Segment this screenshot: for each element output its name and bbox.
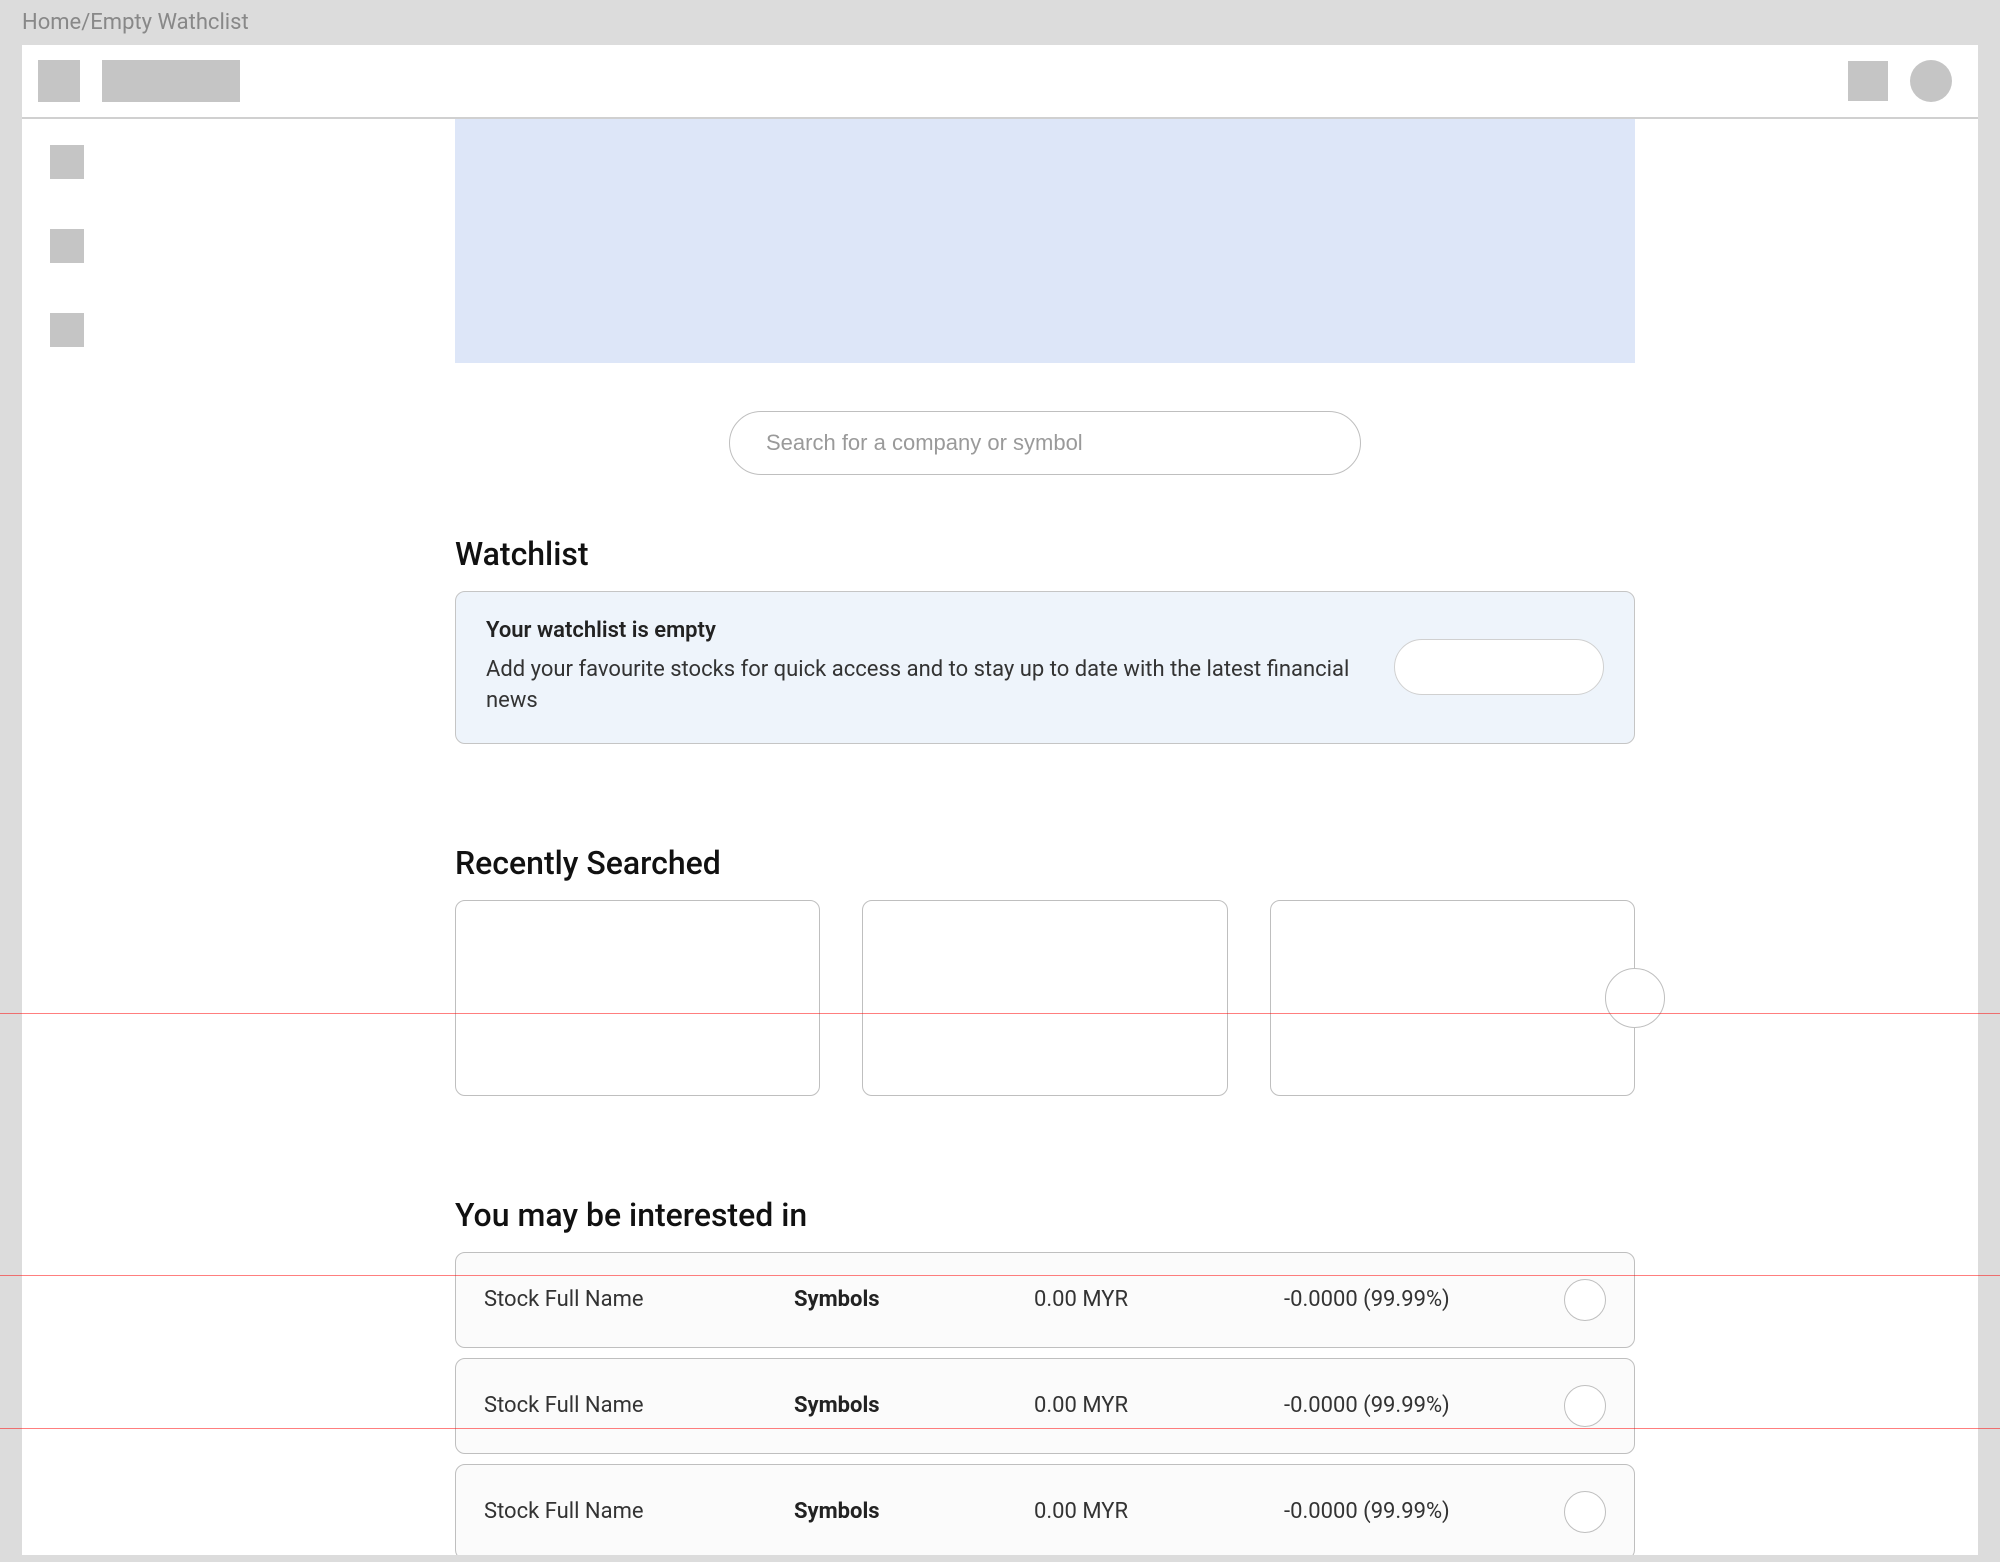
add-to-watchlist-button[interactable] bbox=[1564, 1279, 1606, 1321]
empty-watchlist-card: Your watchlist is empty Add your favouri… bbox=[455, 591, 1635, 744]
recent-card-1[interactable] bbox=[455, 900, 820, 1096]
recent-container bbox=[455, 900, 1635, 1096]
logo-placeholder[interactable] bbox=[102, 60, 240, 102]
app-window: Watchlist Your watchlist is empty Add yo… bbox=[22, 45, 1978, 1555]
recent-card-3[interactable] bbox=[1270, 900, 1635, 1096]
stock-price: 0.00 MYR bbox=[1034, 1393, 1284, 1418]
stock-symbol: Symbols bbox=[794, 1499, 1034, 1524]
search-input[interactable] bbox=[729, 411, 1361, 475]
interest-row[interactable]: Stock Full Name Symbols 0.00 MYR -0.0000… bbox=[455, 1252, 1635, 1348]
hero-banner bbox=[455, 119, 1635, 363]
stock-symbol: Symbols bbox=[794, 1287, 1034, 1312]
empty-watchlist-text: Your watchlist is empty Add your favouri… bbox=[486, 618, 1364, 717]
interest-list: Stock Full Name Symbols 0.00 MYR -0.0000… bbox=[455, 1252, 1635, 1555]
recent-row bbox=[455, 900, 1635, 1096]
stock-price: 0.00 MYR bbox=[1034, 1499, 1284, 1524]
body-area: Watchlist Your watchlist is empty Add yo… bbox=[22, 119, 1978, 1555]
sidebar-nav-item-1[interactable] bbox=[50, 145, 84, 179]
stock-name: Stock Full Name bbox=[484, 1287, 794, 1312]
interest-row[interactable]: Stock Full Name Symbols 0.00 MYR -0.0000… bbox=[455, 1464, 1635, 1555]
interest-row[interactable]: Stock Full Name Symbols 0.00 MYR -0.0000… bbox=[455, 1358, 1635, 1454]
search-container bbox=[455, 411, 1635, 475]
empty-watchlist-title: Your watchlist is empty bbox=[486, 618, 1364, 643]
content-column: Watchlist Your watchlist is empty Add yo… bbox=[455, 119, 1635, 1555]
sidebar-nav-item-3[interactable] bbox=[50, 313, 84, 347]
carousel-next-button[interactable] bbox=[1605, 968, 1665, 1028]
recently-searched-heading: Recently Searched bbox=[455, 844, 1635, 882]
stock-name: Stock Full Name bbox=[484, 1499, 794, 1524]
sidebar bbox=[22, 119, 112, 1555]
topbar-left bbox=[38, 60, 240, 102]
topbar-right bbox=[1848, 60, 1952, 102]
topbar bbox=[22, 45, 1978, 119]
empty-watchlist-description: Add your favourite stocks for quick acce… bbox=[486, 655, 1364, 717]
breadcrumb[interactable]: Home/Empty Wathclist bbox=[0, 0, 2000, 45]
stock-name: Stock Full Name bbox=[484, 1393, 794, 1418]
main-content: Watchlist Your watchlist is empty Add yo… bbox=[112, 119, 1978, 1555]
stock-price: 0.00 MYR bbox=[1034, 1287, 1284, 1312]
menu-icon[interactable] bbox=[38, 60, 80, 102]
sidebar-nav-item-2[interactable] bbox=[50, 229, 84, 263]
stock-change: -0.0000 (99.99%) bbox=[1284, 1393, 1564, 1418]
interested-heading: You may be interested in bbox=[455, 1196, 1635, 1234]
add-to-watchlist-button[interactable] bbox=[1564, 1491, 1606, 1533]
add-to-watchlist-button[interactable] bbox=[1564, 1385, 1606, 1427]
stock-change: -0.0000 (99.99%) bbox=[1284, 1499, 1564, 1524]
add-stocks-button[interactable] bbox=[1394, 639, 1604, 695]
watchlist-heading: Watchlist bbox=[455, 535, 1635, 573]
recent-card-2[interactable] bbox=[862, 900, 1227, 1096]
stock-change: -0.0000 (99.99%) bbox=[1284, 1287, 1564, 1312]
stock-symbol: Symbols bbox=[794, 1393, 1034, 1418]
topbar-action-icon[interactable] bbox=[1848, 61, 1888, 101]
avatar[interactable] bbox=[1910, 60, 1952, 102]
